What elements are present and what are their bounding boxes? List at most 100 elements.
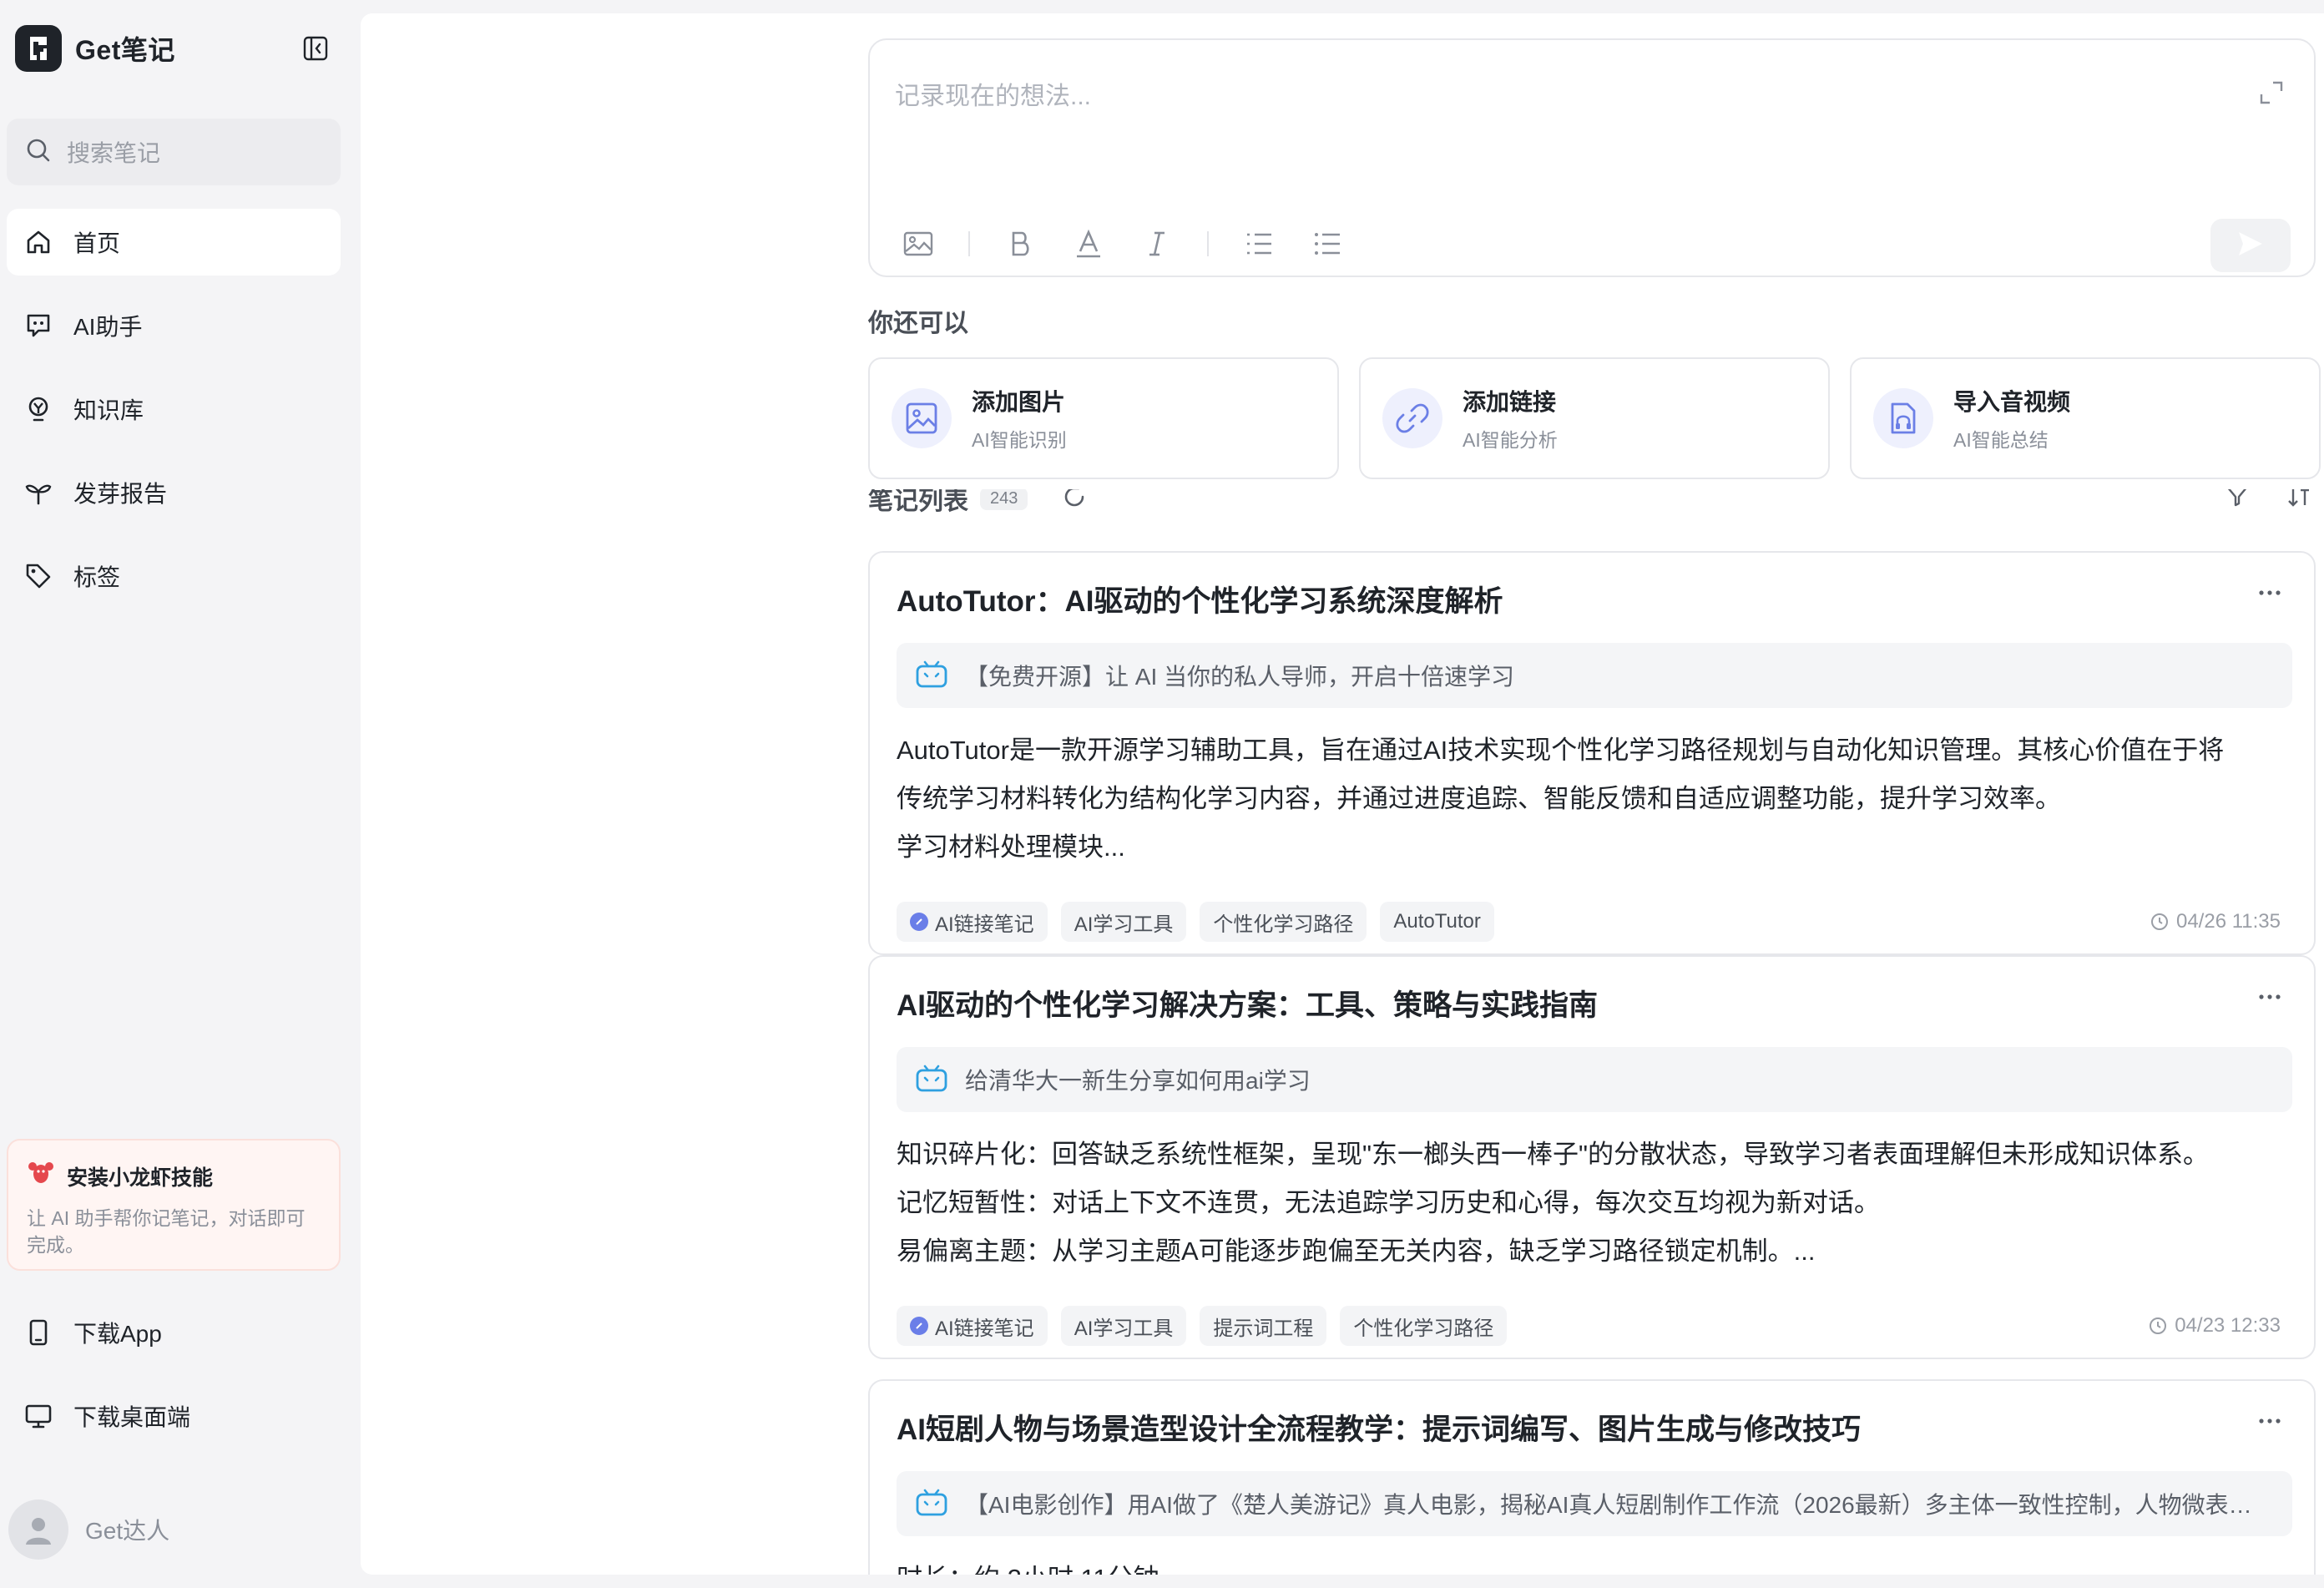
tag-chip[interactable]: 个性化学习路径 bbox=[1200, 902, 1367, 942]
tag-chip[interactable]: AI链接笔记 bbox=[897, 902, 1048, 942]
clock-icon bbox=[2150, 912, 2170, 932]
action-title: 添加图片 bbox=[972, 389, 1066, 415]
sidebar-item-ai-assistant[interactable]: AI助手 bbox=[7, 292, 341, 359]
import-media-card[interactable]: 导入音视频 AI智能总结 bbox=[1850, 357, 2321, 479]
promo-description: 让 AI 助手帮你记笔记，对话即可完成。 bbox=[27, 1207, 306, 1256]
expand-editor-icon[interactable] bbox=[2259, 80, 2284, 109]
tag-label: 个性化学习路径 bbox=[1353, 1317, 1494, 1340]
lobster-icon bbox=[27, 1159, 55, 1193]
note-title: AI驱动的个性化学习解决方案：工具、策略与实践指南 bbox=[897, 989, 1599, 1022]
note-source-title: 【免费开源】让 AI 当你的私人导师，开启十倍速学习 bbox=[965, 664, 1515, 690]
note-source[interactable]: 【AI电影创作】用AI做了《楚人美游记》真人电影，揭秘AI真人短剧制作工作流（2… bbox=[897, 1471, 2292, 1536]
sidebar-item-home[interactable]: 首页 bbox=[7, 209, 341, 276]
note-excerpt-line: 学习材料处理模块... bbox=[897, 832, 1125, 862]
more-options-icon[interactable] bbox=[2257, 1414, 2282, 1429]
more-options-icon[interactable] bbox=[2257, 586, 2282, 601]
username: Get达人 bbox=[85, 1518, 170, 1544]
tag-label: AI链接笔记 bbox=[935, 913, 1034, 936]
sidebar-item-label: 发芽报告 bbox=[73, 481, 168, 507]
notes-list-header: 笔记列表 243 bbox=[868, 489, 2316, 534]
tag-chip[interactable]: AutoTutor bbox=[1380, 902, 1494, 942]
tag-chip[interactable]: 提示词工程 bbox=[1200, 1306, 1327, 1346]
note-card[interactable]: AutoTutor：AI驱动的个性化学习系统深度解析 【免费开源】让 AI 当你… bbox=[868, 551, 2316, 955]
tag-chip[interactable]: AI链接笔记 bbox=[897, 1306, 1048, 1346]
add-image-card[interactable]: 添加图片 AI智能识别 bbox=[868, 357, 1339, 479]
more-options-icon[interactable] bbox=[2257, 990, 2282, 1005]
image-icon bbox=[892, 388, 952, 448]
text-color-icon[interactable] bbox=[1070, 225, 1107, 262]
bullet-list-icon[interactable] bbox=[1309, 225, 1346, 262]
note-excerpt-line: 时长：约 2小时 11分钟 bbox=[897, 1555, 2299, 1575]
tag-label: AutoTutor bbox=[1393, 910, 1481, 933]
tag-label: AI链接笔记 bbox=[935, 1317, 1034, 1340]
sidebar-item-label: AI助手 bbox=[73, 314, 143, 340]
install-skill-promo[interactable]: 安装小龙虾技能 让 AI 助手帮你记笔记，对话即可完成。 bbox=[7, 1139, 341, 1271]
clock-icon bbox=[2148, 1316, 2168, 1336]
image-icon[interactable] bbox=[900, 225, 937, 262]
refresh-icon[interactable] bbox=[1061, 489, 1088, 514]
note-excerpt: 知识碎片化：回答缺乏系统性框架，呈现"东一榔头西一棒子"的分散状态，导致学习者表… bbox=[897, 1130, 2299, 1276]
phone-icon bbox=[23, 1317, 53, 1348]
sidebar-item-label: 知识库 bbox=[73, 397, 144, 423]
tag-chip[interactable]: AI学习工具 bbox=[1060, 1306, 1187, 1346]
editor-toolbar bbox=[900, 225, 1377, 262]
toolbar-divider bbox=[1207, 231, 1209, 256]
download-app-link[interactable]: 下载App bbox=[7, 1299, 341, 1366]
send-button[interactable] bbox=[2210, 219, 2291, 272]
search-input[interactable]: 搜索笔记 bbox=[7, 119, 341, 185]
note-excerpt: AutoTutor是一款开源学习辅助工具，旨在通过AI技术实现个性化学习路径规划… bbox=[897, 726, 2299, 872]
sidebar-item-knowledge-base[interactable]: 知识库 bbox=[7, 376, 341, 443]
send-icon bbox=[2236, 229, 2266, 263]
note-time-text: 04/26 11:35 bbox=[2175, 910, 2281, 933]
download-desktop-label: 下载桌面端 bbox=[73, 1404, 191, 1430]
note-card[interactable]: AI驱动的个性化学习解决方案：工具、策略与实践指南 给清华大一新生分享如何用ai… bbox=[868, 955, 2316, 1359]
bilibili-icon bbox=[915, 1487, 948, 1521]
download-links: 下载App 下载桌面端 bbox=[7, 1299, 341, 1466]
notes-count-badge: 243 bbox=[980, 489, 1028, 510]
tag-label: 个性化学习路径 bbox=[1213, 913, 1354, 936]
link-icon bbox=[1382, 388, 1442, 448]
logo-row: Get笔记 bbox=[15, 23, 331, 73]
sort-icon[interactable] bbox=[2282, 489, 2316, 513]
sidebar-item-label: 标签 bbox=[73, 564, 121, 590]
note-excerpt-line: 易偏离主题：从学习主题A可能逐步跑偏至无关内容，缺乏学习路径锁定机制。... bbox=[897, 1237, 1816, 1266]
tag-icon bbox=[23, 561, 53, 591]
note-tags: AI链接笔记 AI学习工具 提示词工程 个性化学习路径 bbox=[897, 1306, 1520, 1346]
note-title: AutoTutor：AI驱动的个性化学习系统深度解析 bbox=[897, 585, 1503, 618]
editor-placeholder: 记录现在的想法... bbox=[895, 83, 1092, 110]
notes-list-title: 笔记列表 bbox=[868, 489, 968, 515]
note-source-title: 【AI电影创作】用AI做了《楚人美游记》真人电影，揭秘AI真人短剧制作工作流（2… bbox=[965, 1492, 2267, 1518]
more-actions-heading: 你还可以 bbox=[868, 310, 968, 337]
tag-chip[interactable]: 个性化学习路径 bbox=[1340, 1306, 1508, 1346]
sidebar: Get笔记 搜索笔记 首页 AI助手 知识库 发芽报告 标签 安装小龙虾技能 让… bbox=[0, 0, 361, 1588]
user-profile[interactable]: Get达人 bbox=[8, 1499, 169, 1560]
note-source[interactable]: 给清华大一新生分享如何用ai学习 bbox=[897, 1047, 2292, 1112]
bilibili-icon bbox=[915, 1063, 948, 1097]
note-excerpt-line: 传统学习材料转化为结构化学习内容，并通过进度追踪、智能反馈和自适应调整功能，提升… bbox=[897, 784, 2061, 813]
note-editor[interactable]: 记录现在的想法... bbox=[868, 38, 2316, 277]
note-excerpt: 时长：约 2小时 11分钟 bbox=[897, 1555, 2299, 1575]
tag-label: AI学习工具 bbox=[1074, 1317, 1174, 1340]
sidebar-item-label: 首页 bbox=[73, 230, 121, 256]
collapse-sidebar-icon[interactable] bbox=[301, 33, 331, 63]
app-logo-icon bbox=[15, 25, 62, 72]
italic-icon[interactable] bbox=[1139, 225, 1175, 262]
note-card[interactable]: AI短剧人物与场景造型设计全流程教学：提示词编写、图片生成与修改技巧 【AI电影… bbox=[868, 1379, 2316, 1575]
ordered-list-icon[interactable] bbox=[1240, 225, 1277, 262]
toolbar-divider bbox=[968, 231, 970, 256]
filter-icon[interactable] bbox=[2220, 489, 2254, 513]
sidebar-item-tags[interactable]: 标签 bbox=[7, 543, 341, 609]
avatar bbox=[8, 1499, 68, 1560]
download-desktop-link[interactable]: 下载桌面端 bbox=[7, 1383, 341, 1449]
note-source[interactable]: 【免费开源】让 AI 当你的私人导师，开启十倍速学习 bbox=[897, 643, 2292, 708]
note-title: AI短剧人物与场景造型设计全流程教学：提示词编写、图片生成与修改技巧 bbox=[897, 1414, 1862, 1446]
tag-chip[interactable]: AI学习工具 bbox=[1060, 902, 1187, 942]
add-link-card[interactable]: 添加链接 AI智能分析 bbox=[1359, 357, 1830, 479]
bold-icon[interactable] bbox=[1002, 225, 1038, 262]
sprout-icon bbox=[23, 478, 53, 508]
note-tags: AI链接笔记 AI学习工具 个性化学习路径 AutoTutor bbox=[897, 902, 1508, 942]
search-icon bbox=[25, 137, 52, 168]
note-timestamp: 04/26 11:35 bbox=[2150, 910, 2281, 933]
sidebar-item-sprout-report[interactable]: 发芽报告 bbox=[7, 459, 341, 526]
action-title: 导入音视频 bbox=[1953, 389, 2071, 415]
